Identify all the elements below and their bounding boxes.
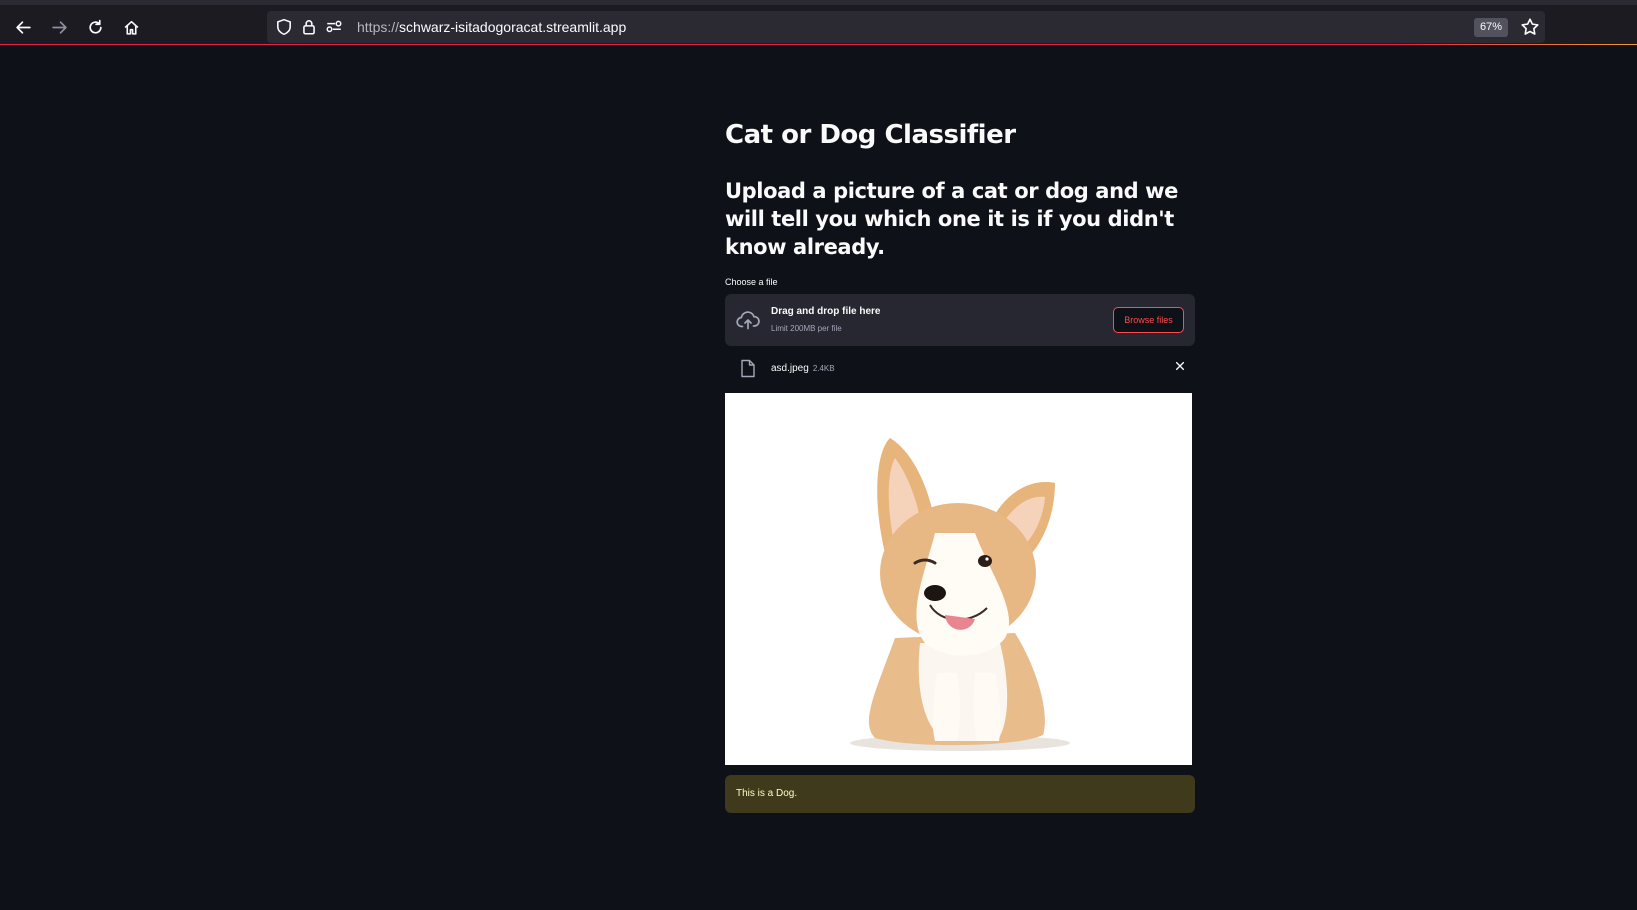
url-scheme: https://	[357, 19, 400, 35]
toolbar-divider	[0, 44, 1637, 45]
dropzone-instructions: Drag and drop file here	[771, 306, 881, 317]
uploaded-file-name: asd.jpeg 2.4KB	[771, 363, 835, 374]
browse-files-button[interactable]: Browse files	[1113, 307, 1184, 333]
uploaded-file-item: asd.jpeg 2.4KB	[725, 354, 1195, 384]
address-bar[interactable]: https://schwarz-isitadogoracat.streamlit…	[267, 11, 1545, 43]
reload-icon[interactable]	[82, 14, 108, 40]
dropzone-limit: Limit 200MB per file	[771, 324, 842, 333]
url-text[interactable]: https://schwarz-isitadogoracat.streamlit…	[357, 19, 626, 35]
page-title: Cat or Dog Classifier	[725, 120, 1016, 150]
forward-arrow-icon[interactable]	[46, 14, 72, 40]
uploaded-image	[725, 393, 1192, 765]
star-icon[interactable]	[1520, 17, 1540, 37]
lock-icon[interactable]	[300, 18, 318, 36]
dog-image	[725, 393, 1192, 765]
file-name-text: asd.jpeg	[771, 363, 809, 374]
file-icon	[741, 359, 755, 378]
remove-file-button[interactable]	[1172, 360, 1188, 376]
permissions-icon[interactable]	[325, 18, 343, 36]
shield-icon[interactable]	[275, 18, 293, 36]
page-subtitle: Upload a picture of a cat or dog and we …	[725, 179, 1179, 259]
zoom-badge[interactable]: 67%	[1474, 18, 1509, 37]
home-icon[interactable]	[118, 14, 144, 40]
back-arrow-icon[interactable]	[10, 14, 36, 40]
browser-toolbar: https://schwarz-isitadogoracat.streamlit…	[0, 0, 1637, 45]
uploader-label: Choose a file	[725, 277, 778, 287]
url-host: schwarz-isitadogoracat.streamlit.app	[399, 19, 627, 35]
file-size: 2.4KB	[812, 364, 835, 373]
prediction-result: This is a Dog.	[725, 775, 1195, 813]
file-dropzone[interactable]: Drag and drop file here Limit 200MB per …	[725, 294, 1195, 346]
cloud-upload-icon	[736, 311, 760, 330]
close-icon[interactable]	[1174, 360, 1186, 372]
